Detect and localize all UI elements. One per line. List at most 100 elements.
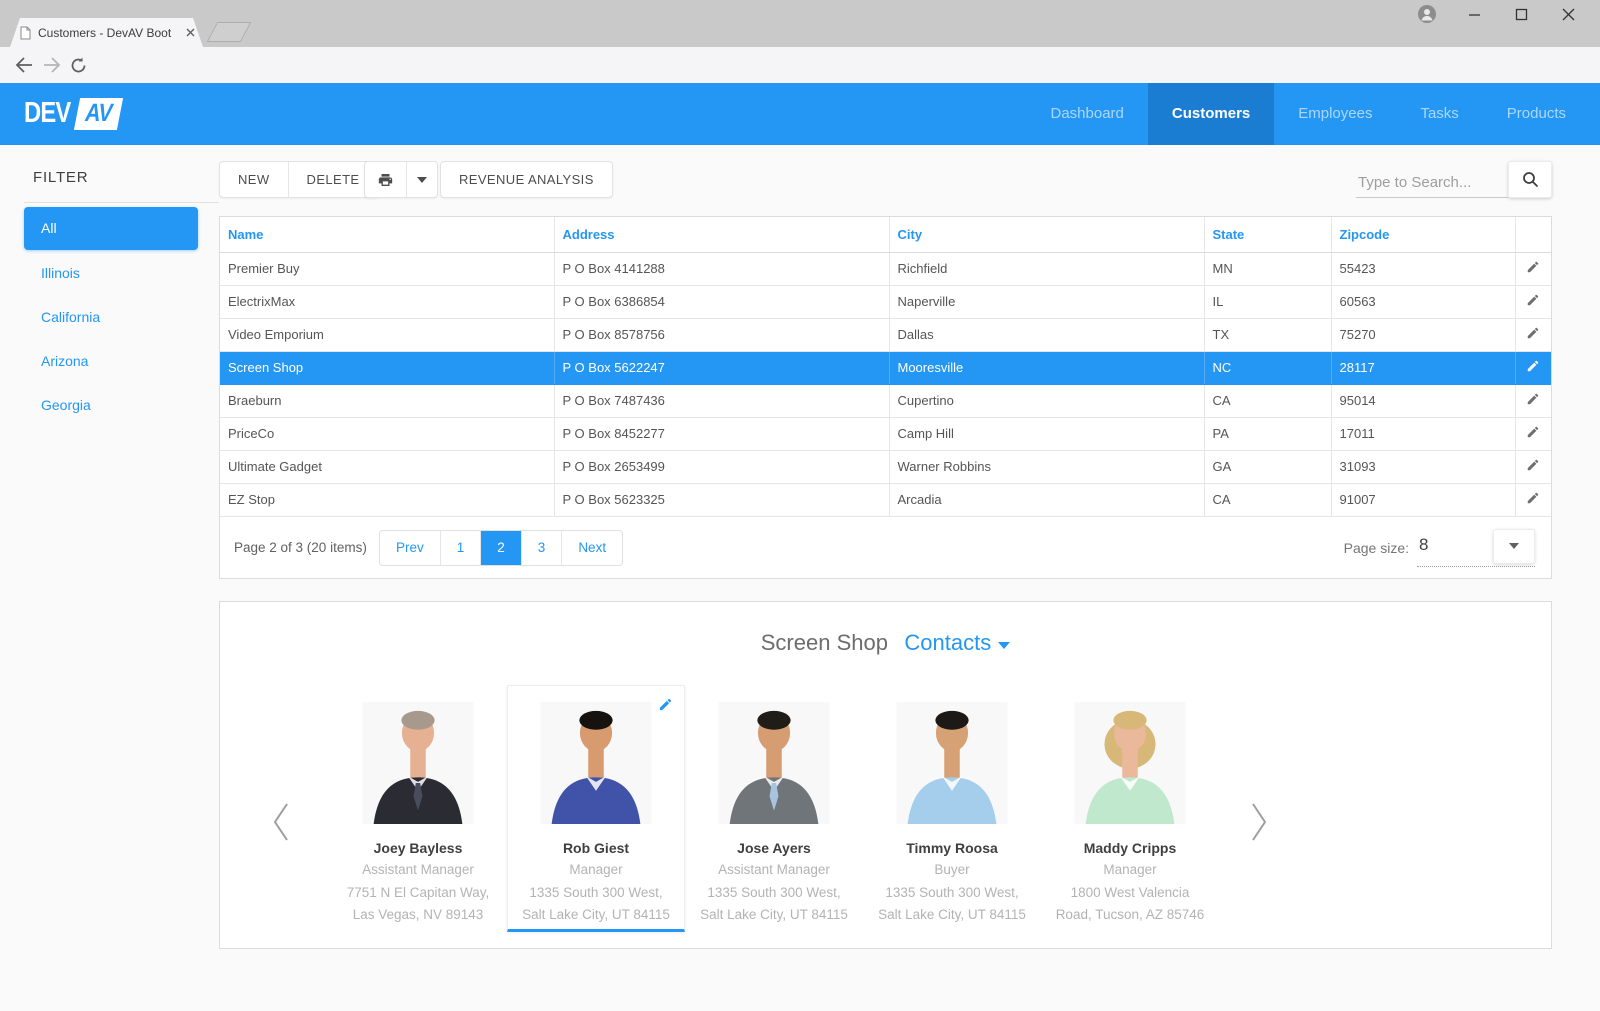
carousel-next-button[interactable] [1246,800,1272,844]
reload-button[interactable] [64,51,92,79]
carousel-prev-button[interactable] [268,800,294,844]
edit-row-button[interactable] [1515,351,1551,384]
maximize-button[interactable] [1511,4,1531,24]
edit-row-button[interactable] [1515,483,1551,516]
contact-name: Jose Ayers [685,837,863,859]
table-row[interactable]: Ultimate Gadget P O Box 2653499 Warner R… [220,450,1551,483]
contact-card[interactable]: Timmy Roosa Buyer 1335 South 300 West, S… [863,685,1041,932]
contact-role: Assistant Manager [685,859,863,882]
cell-zipcode: 95014 [1331,384,1515,417]
cell-state: GA [1204,450,1331,483]
edit-row-button[interactable] [1515,417,1551,450]
search-area [1356,161,1552,198]
contact-name: Rob Giest [508,837,684,859]
contact-card[interactable]: Maddy Cripps Manager 1800 West Valencia … [1041,685,1219,932]
contact-name: Timmy Roosa [863,837,1041,859]
contact-card[interactable]: Joey Bayless Assistant Manager 7751 N El… [329,685,507,932]
contacts-dropdown-link[interactable]: Contacts [904,630,991,655]
cell-city: Arcadia [889,483,1204,516]
next-page-button[interactable]: Next [561,531,622,565]
cell-state: CA [1204,384,1331,417]
page-2-button[interactable]: 2 [480,530,521,566]
edit-row-button[interactable] [1515,318,1551,351]
contact-address-line1: 7751 N El Capitan Way, [329,882,507,905]
new-button[interactable]: NEW [220,162,288,197]
filter-title: FILTER [33,169,88,186]
back-button[interactable] [10,51,38,79]
table-row[interactable]: PriceCo P O Box 8452277 Camp Hill PA 170… [220,417,1551,450]
nav-item-dashboard[interactable]: Dashboard [1027,83,1148,145]
filter-item-georgia[interactable]: Georgia [24,383,198,427]
cell-city: Camp Hill [889,417,1204,450]
contact-name: Joey Bayless [329,837,507,859]
column-header-address[interactable]: Address [554,217,889,252]
edit-row-button[interactable] [1515,285,1551,318]
cell-name: Ultimate Gadget [220,450,554,483]
nav-item-products[interactable]: Products [1483,83,1590,145]
filter-item-all[interactable]: All [24,207,198,250]
filter-item-arizona[interactable]: Arizona [24,339,198,383]
search-button[interactable] [1508,161,1552,198]
cell-name: Braeburn [220,384,554,417]
cell-state: IL [1204,285,1331,318]
logo-dev-text: DEV [24,97,70,130]
print-dropdown-button[interactable] [406,162,437,197]
table-row[interactable]: Premier Buy P O Box 4141288 Richfield MN… [220,252,1551,285]
tab-close-icon[interactable] [186,28,195,37]
new-tab-button[interactable] [207,22,252,42]
filter-item-illinois[interactable]: Illinois [24,251,198,295]
revenue-group: REVENUE ANALYSIS [440,161,613,198]
table-row-selected[interactable]: Screen Shop P O Box 5622247 Mooresville … [220,351,1551,384]
page-navigation: Prev 1 2 3 Next [379,530,623,566]
column-header-city[interactable]: City [889,217,1204,252]
pager-summary: Page 2 of 3 (20 items) [234,540,367,555]
forward-button[interactable] [38,51,66,79]
browser-tab[interactable]: Customers - DevAV Boot [10,18,203,47]
filter-divider [24,202,219,203]
column-header-state[interactable]: State [1204,217,1331,252]
edit-contact-icon[interactable] [658,697,673,712]
cell-zipcode: 28117 [1331,351,1515,384]
contact-address-line2: Salt Lake City, UT 84115 [685,904,863,927]
nav-item-employees[interactable]: Employees [1274,83,1396,145]
edit-row-button[interactable] [1515,384,1551,417]
tab-title: Customers - DevAV Boot [38,26,182,40]
browser-toolbar: www.devexpress.com [0,47,1600,83]
contact-card-selected[interactable]: Rob Giest Manager 1335 South 300 West, S… [507,685,685,932]
profile-icon[interactable] [1417,4,1437,24]
cell-city: Dallas [889,318,1204,351]
table-row[interactable]: ElectrixMax P O Box 6386854 Naperville I… [220,285,1551,318]
minimize-button[interactable] [1464,4,1484,24]
prev-page-button[interactable]: Prev [380,531,440,565]
page-3-button[interactable]: 3 [521,531,562,565]
page-size-dropdown-button[interactable] [1493,529,1535,564]
page-1-button[interactable]: 1 [440,531,481,565]
nav-item-customers[interactable]: Customers [1148,83,1274,145]
print-button[interactable] [365,162,406,197]
filter-item-california[interactable]: California [24,295,198,339]
column-header-zipcode[interactable]: Zipcode [1331,217,1515,252]
devav-logo[interactable]: DEV AV [24,97,120,130]
table-row[interactable]: Braeburn P O Box 7487436 Cupertino CA 95… [220,384,1551,417]
cell-name: EZ Stop [220,483,554,516]
page-size-select[interactable]: 8 [1417,529,1535,567]
contacts-heading: Screen Shop Contacts [220,630,1551,656]
edit-row-button[interactable] [1515,252,1551,285]
cell-city: Cupertino [889,384,1204,417]
column-header-name[interactable]: Name [220,217,554,252]
cell-zipcode: 17011 [1331,417,1515,450]
table-row[interactable]: EZ Stop P O Box 5623325 Arcadia CA 91007 [220,483,1551,516]
contact-card[interactable]: Jose Ayers Assistant Manager 1335 South … [685,685,863,932]
nav-item-tasks[interactable]: Tasks [1396,83,1482,145]
contact-address-line1: 1800 West Valencia [1041,882,1219,905]
contact-address-line2: Las Vegas, NV 89143 [329,904,507,927]
edit-row-button[interactable] [1515,450,1551,483]
new-delete-group: NEW DELETE [219,161,379,198]
revenue-analysis-button[interactable]: REVENUE ANALYSIS [441,162,612,197]
chevron-down-icon[interactable] [998,642,1010,649]
table-row[interactable]: Video Emporium P O Box 8578756 Dallas TX… [220,318,1551,351]
grid-header-row: Name Address City State Zipcode [220,217,1551,252]
close-window-button[interactable] [1558,4,1578,24]
column-header-commands [1515,217,1551,252]
search-input[interactable] [1356,168,1508,198]
